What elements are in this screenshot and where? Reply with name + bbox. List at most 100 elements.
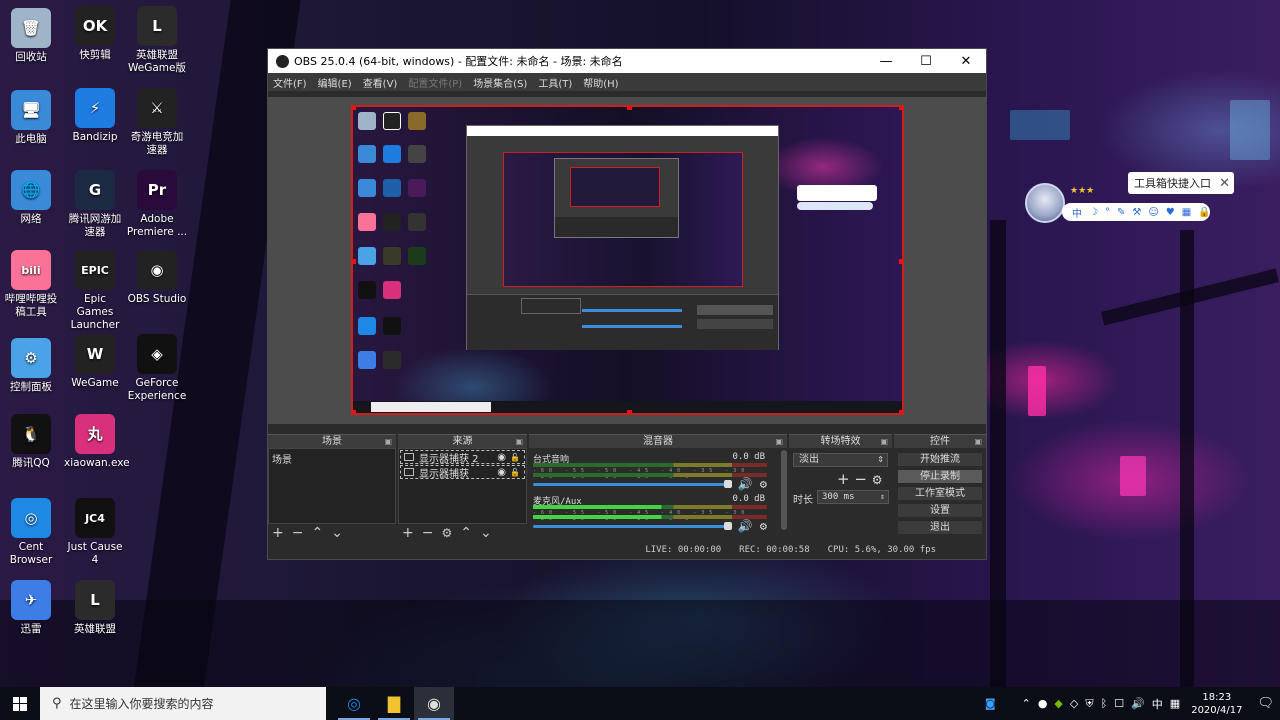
network-tray-icon[interactable]: ☐ (1114, 697, 1124, 710)
desktop-icon[interactable]: JC4 Just Cause 4 (64, 498, 126, 567)
desktop-icon[interactable]: OK 快剪辑 (64, 6, 126, 62)
volume-tray-icon[interactable]: 🔊 (1131, 697, 1145, 710)
desktop-icon[interactable]: W WeGame (64, 334, 126, 390)
desktop-icon[interactable]: 🖥 此电脑 (0, 90, 62, 146)
transition-select[interactable]: 淡出 ⇕ (793, 453, 888, 467)
gear-icon[interactable]: ⚙ (760, 519, 767, 533)
toolbox-item-icon[interactable]: ☽ (1089, 207, 1098, 218)
desktop-icon[interactable]: ✈ 迅雷 (0, 580, 62, 636)
source-properties-gear-icon[interactable]: ⚙ (441, 526, 452, 540)
add-source-icon[interactable]: + (402, 525, 414, 541)
fader-knob[interactable] (724, 480, 732, 488)
mic-tray-icon[interactable]: ● (1038, 697, 1048, 710)
nvidia-tray-icon[interactable]: ◆ (1054, 697, 1062, 710)
menu-item[interactable]: 编辑(E) (318, 75, 352, 90)
visibility-eye-icon[interactable]: ◉ (497, 467, 506, 478)
taskbar-search[interactable]: ⚲ 在这里输入你要搜索的内容 (40, 687, 326, 720)
clock[interactable]: 18:23 2020/4/17 (1191, 691, 1242, 717)
shield-tray-icon[interactable]: ⛨ (1085, 697, 1093, 711)
ime-tray-icon[interactable]: 中 (1152, 696, 1163, 712)
notification-icon[interactable]: 🗨 (1257, 696, 1274, 711)
control-button[interactable]: 退出 (897, 520, 983, 535)
add-transition-icon[interactable]: + (837, 470, 850, 488)
menu-item[interactable]: 文件(F) (273, 75, 307, 90)
dock-float-icon[interactable]: ▣ (974, 435, 982, 449)
bluetooth-tray-icon[interactable]: ᛒ (1101, 697, 1108, 710)
dock-float-icon[interactable]: ▣ (515, 435, 523, 449)
move-up-icon[interactable]: ⌃ (311, 525, 323, 541)
volume-fader[interactable] (533, 525, 731, 528)
scenes-list[interactable]: 场景 (268, 448, 396, 524)
menu-item[interactable]: 帮助(H) (583, 75, 618, 90)
scene-item[interactable]: 场景 (269, 449, 395, 468)
minimize-button[interactable]: — (866, 49, 906, 73)
remove-source-icon[interactable]: − (422, 525, 434, 541)
desktop-icon[interactable]: ◎ Cent Browser (0, 498, 62, 567)
add-scene-icon[interactable]: + (272, 525, 284, 541)
lock-icon[interactable]: 🔓 (510, 468, 520, 477)
maximize-button[interactable]: ☐ (906, 49, 946, 73)
sources-list[interactable]: 显示器捕获 2 ◉ 🔓 显示器捕获 ◉ 🔓 (398, 448, 527, 524)
desktop-icon[interactable]: ◉ OBS Studio (126, 250, 188, 306)
remove-transition-icon[interactable]: − (854, 470, 867, 488)
desktop-icon[interactable]: 🐧 腾讯QQ (0, 414, 62, 470)
move-up-icon[interactable]: ⌃ (460, 525, 472, 541)
widget-avatar[interactable] (1025, 183, 1065, 223)
toolbox-item-icon[interactable]: ☺ (1148, 207, 1158, 218)
desktop-icon[interactable]: L 英雄联盟 (64, 580, 126, 636)
spin-arrows-icon[interactable]: ⇕ (880, 491, 885, 503)
toolbox-tooltip[interactable]: 工具箱快捷入口 ✕ (1128, 172, 1234, 194)
desktop-icon[interactable]: 🌐 网络 (0, 170, 62, 226)
toolbox-item-icon[interactable]: ⚒ (1132, 207, 1141, 218)
desktop-icon[interactable]: bili 哔哩哔哩投稿工具 (0, 250, 62, 319)
speaker-icon[interactable]: 🔊 (738, 519, 760, 533)
desktop-icon[interactable]: ⚡ Bandizip (64, 88, 126, 144)
remove-scene-icon[interactable]: − (292, 525, 304, 541)
dock-float-icon[interactable]: ▣ (384, 435, 392, 449)
duration-spinbox[interactable]: 300 ms ⇕ (817, 490, 889, 504)
control-button[interactable]: 设置 (897, 503, 983, 518)
desktop-icon[interactable]: 🗑 回收站 (0, 8, 62, 64)
lock-icon[interactable]: 🔓 (510, 453, 520, 462)
desktop-icon[interactable]: L 英雄联盟WeGame版 (126, 6, 188, 75)
visibility-eye-icon[interactable]: ◉ (497, 452, 506, 463)
speaker-icon[interactable]: 🔊 (738, 477, 760, 491)
menu-item[interactable]: 工具(T) (538, 75, 572, 90)
toolbox-item-icon[interactable]: ✎ (1117, 207, 1125, 218)
desktop-icon[interactable]: ◈ GeForce Experience (126, 334, 188, 403)
volume-fader[interactable] (533, 483, 731, 486)
start-button[interactable] (0, 687, 40, 720)
close-icon[interactable]: ✕ (1219, 176, 1230, 191)
obs-window[interactable]: OBS 25.0.4 (64-bit, windows) - 配置文件: 未命名… (267, 48, 987, 560)
desktop-icon[interactable]: 丸 xiaowan.exe (64, 414, 130, 470)
transition-gear-icon[interactable]: ⚙ (872, 473, 883, 487)
control-button[interactable]: 开始推流 (897, 452, 983, 467)
gear-icon[interactable]: ⚙ (760, 477, 767, 491)
menu-item[interactable]: 查看(V) (363, 75, 398, 90)
toolbox-item-icon[interactable]: 中 (1072, 205, 1082, 220)
dock-float-icon[interactable]: ▣ (880, 435, 888, 449)
move-down-icon[interactable]: ⌄ (480, 525, 492, 541)
source-item[interactable]: 显示器捕获 ◉ 🔓 (400, 465, 525, 480)
desktop-icon[interactable]: EPIC Epic Games Launcher (64, 250, 126, 332)
toolbox-item-icon[interactable]: ♥ (1166, 207, 1175, 218)
control-button[interactable]: 停止录制 (897, 469, 983, 484)
menu-item[interactable]: 场景集合(S) (473, 75, 527, 90)
taskbar-app-cent-browser[interactable]: ◎ (334, 687, 374, 720)
preview-canvas[interactable] (351, 105, 904, 415)
desktop-icon[interactable]: ⚙ 控制面板 (0, 338, 62, 394)
more-tray-icon[interactable]: ▦ (1170, 697, 1180, 710)
taskbar-app-file-explorer[interactable]: ▇ (374, 687, 414, 720)
toolbox-bar[interactable]: 中 ☽ ° ✎ ⚒ ☺ ♥ ▦ 🔒 (1062, 203, 1211, 221)
source-item[interactable]: 显示器捕获 2 ◉ 🔓 (400, 450, 525, 465)
close-button[interactable]: ✕ (946, 49, 986, 73)
taskbar-app-obs[interactable]: ◉ (414, 687, 454, 720)
qq-tray-icon[interactable]: ◙ (985, 697, 996, 710)
toolbox-item-icon[interactable]: 🔒 (1198, 207, 1210, 218)
toolbox-item-icon[interactable]: ° (1105, 207, 1110, 218)
desktop-icon[interactable]: G 腾讯网游加速器 (64, 170, 126, 239)
move-down-icon[interactable]: ⌄ (331, 525, 343, 541)
mixer-scrollbar[interactable] (781, 450, 787, 530)
dock-float-icon[interactable]: ▣ (775, 435, 783, 449)
desktop-icon[interactable]: ⚔ 奇游电竞加速器 (126, 88, 188, 157)
